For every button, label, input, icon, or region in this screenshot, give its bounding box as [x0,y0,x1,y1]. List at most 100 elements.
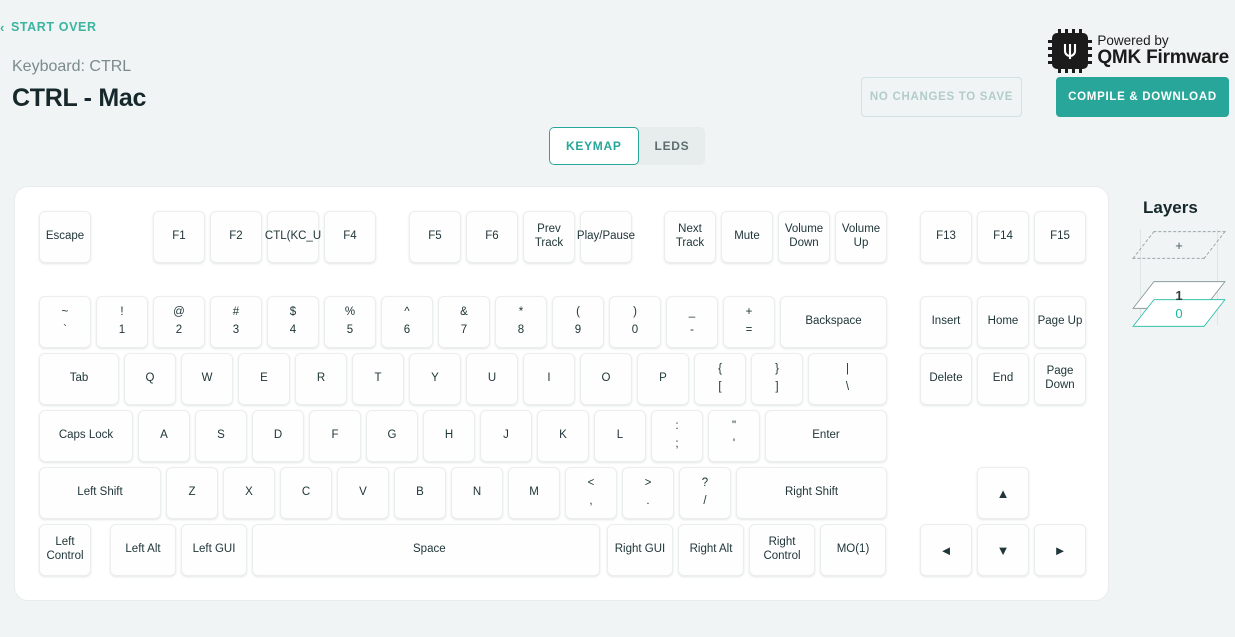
key-*-8[interactable]: * 8 [495,296,547,348]
key-p[interactable]: P [637,353,689,405]
key->-.[interactable]: >. [622,467,674,519]
key-$-4[interactable]: $4 [267,296,319,348]
key-o[interactable]: O [580,353,632,405]
key-u[interactable]: U [466,353,518,405]
key-backspace[interactable]: Backspace [780,296,887,348]
key-left-shift[interactable]: Left Shift [39,467,161,519]
key-left-alt[interactable]: Left Alt [110,524,176,576]
key-end[interactable]: End [977,353,1029,405]
key-<-,[interactable]: <, [565,467,617,519]
key-i[interactable]: I [523,353,575,405]
key-{-[[interactable]: {[ [694,353,746,405]
key-@-2[interactable]: @2 [153,296,205,348]
key-?-/[interactable]: ? / [679,467,731,519]
key-f5[interactable]: F5 [409,211,461,263]
add-layer-label: + [1175,237,1183,253]
key-:-;[interactable]: :; [651,410,703,462]
key-f14[interactable]: F14 [977,211,1029,263]
key-x[interactable]: X [223,467,275,519]
key-play-pause[interactable]: Play/Pause [577,211,635,263]
key-right-alt[interactable]: Right Alt [678,524,744,576]
key-delete[interactable]: Delete [920,353,972,405]
key-left-control[interactable]: Left Control [39,524,91,576]
qmk-logo: Powered by QMK Firmware [1048,29,1229,73]
key-a[interactable]: A [138,410,190,462]
key-home[interactable]: Home [977,296,1029,348]
key-legend: X [245,486,253,499]
key-!-1[interactable]: ! 1 [96,296,148,348]
key-right-control[interactable]: Right Control [749,524,815,576]
key-t[interactable]: T [352,353,404,405]
key-f15[interactable]: F15 [1034,211,1086,263]
key-k[interactable]: K [537,410,589,462]
key-s[interactable]: S [195,410,247,462]
key-v[interactable]: V [337,467,389,519]
key-)-0[interactable]: ) 0 [609,296,661,348]
key-ctl-kc-u[interactable]: CTL(KC_U [265,211,321,263]
key-mo-1[interactable]: MO(1) [820,524,886,576]
key-prev-track[interactable]: Prev Track [523,211,575,263]
key-insert[interactable]: Insert [920,296,972,348]
key-space[interactable]: Space [252,524,600,576]
tab-keymap[interactable]: KEYMAP [549,127,639,165]
key-&-7[interactable]: & 7 [438,296,490,348]
arrow-icon: ► [1053,542,1067,558]
key-q[interactable]: Q [124,353,176,405]
key-[interactable]: ◄ [920,524,972,576]
key-page-down[interactable]: Page Down [1034,353,1086,405]
key-_--[interactable]: _ - [666,296,718,348]
key-f13[interactable]: F13 [920,211,972,263]
key-^-6[interactable]: ^ 6 [381,296,433,348]
key-f6[interactable]: F6 [466,211,518,263]
add-layer-button[interactable]: + [1132,229,1226,261]
start-over-link[interactable]: ‹ START OVER [0,20,97,34]
key-escape[interactable]: Escape [39,211,91,263]
key-f4[interactable]: F4 [324,211,376,263]
key-%-5[interactable]: % 5 [324,296,376,348]
key-g[interactable]: G [366,410,418,462]
key-caps-lock[interactable]: Caps Lock [39,410,133,462]
key-volume-up[interactable]: Volume Up [835,211,887,263]
key-[interactable]: ► [1034,524,1086,576]
key-page-up[interactable]: Page Up [1034,296,1086,348]
key-[interactable]: ▲ [977,467,1029,519]
key-right-gui[interactable]: Right GUI [607,524,673,576]
key-mute[interactable]: Mute [721,211,773,263]
key-m[interactable]: M [508,467,560,519]
key-j[interactable]: J [480,410,532,462]
compile-and-download-button[interactable]: COMPILE & DOWNLOAD [1056,77,1229,117]
key-d[interactable]: D [252,410,304,462]
key-c[interactable]: C [280,467,332,519]
key-+-=[interactable]: + = [723,296,775,348]
key-f[interactable]: F [309,410,361,462]
key-l[interactable]: L [594,410,646,462]
key-left-gui[interactable]: Left GUI [181,524,247,576]
key-next-track[interactable]: Next Track [664,211,716,263]
key-w[interactable]: W [181,353,233,405]
key-f2[interactable]: F2 [210,211,262,263]
key-f1[interactable]: F1 [153,211,205,263]
key-right-shift[interactable]: Right Shift [736,467,887,519]
key-z[interactable]: Z [166,467,218,519]
key-volume-down[interactable]: Volume Down [778,211,830,263]
key-tab[interactable]: Tab [39,353,119,405]
key-h[interactable]: H [423,410,475,462]
tab-leds[interactable]: LEDS [639,127,706,165]
key-(-9[interactable]: (9 [552,296,604,348]
key-}-][interactable]: }] [751,353,803,405]
no-changes-to-save-button[interactable]: NO CHANGES TO SAVE [861,77,1022,117]
key-legend-bottom: 1 [118,324,126,336]
key-legend: C [301,486,311,499]
key-enter[interactable]: Enter [765,410,887,462]
key-~-`[interactable]: ~ ` [39,296,91,348]
key-b[interactable]: B [394,467,446,519]
key-"-'[interactable]: " ' [708,410,760,462]
key-y[interactable]: Y [409,353,461,405]
key-n[interactable]: N [451,467,503,519]
key-legend-top: : [675,420,679,433]
key-e[interactable]: E [238,353,290,405]
key-#-3[interactable]: #3 [210,296,262,348]
key-r[interactable]: R [295,353,347,405]
key-|-\[interactable]: | \ [808,353,887,405]
key-[interactable]: ▼ [977,524,1029,576]
